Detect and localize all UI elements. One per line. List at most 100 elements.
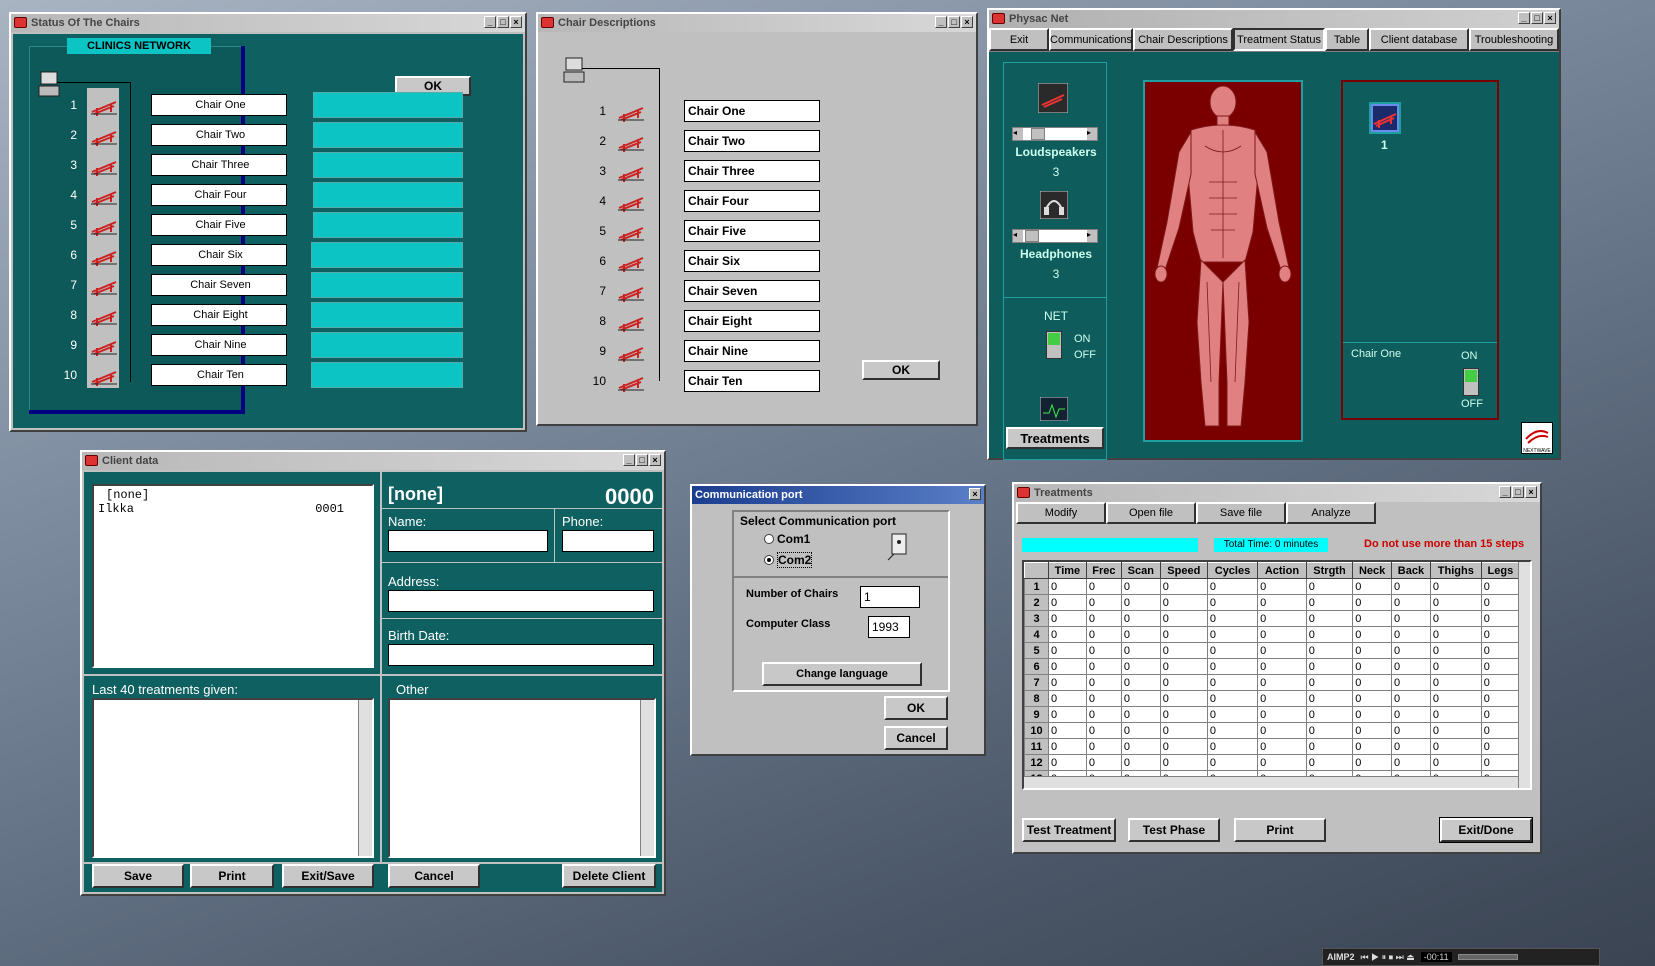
phone-input[interactable] [562,530,654,552]
table-cell[interactable]: 0 [1391,658,1431,675]
table-cell[interactable]: 0 [1480,674,1521,691]
cancel-button[interactable]: Cancel [388,864,480,888]
list-item[interactable]: [none] [98,488,368,502]
table-cell[interactable]: 0 [1048,674,1087,691]
table-cell[interactable]: 0 [1206,674,1259,691]
table-cell[interactable]: 0 [1429,610,1482,627]
table-cell[interactable]: 0 [1120,626,1161,643]
table-cell[interactable]: 0 [1352,594,1393,611]
ok-button[interactable]: OK [884,696,948,720]
title-bar[interactable]: Client data _ □ × [82,452,664,470]
chair-name-box[interactable]: Chair Nine [151,334,287,356]
title-bar[interactable]: Chair Descriptions _ □ × [538,14,976,32]
table-cell[interactable]: 0 [1391,754,1431,771]
menu-modify[interactable]: Modify [1016,502,1106,524]
table-cell[interactable]: 0 [1085,658,1122,675]
table-cell[interactable]: 0 [1159,706,1208,723]
minimize-button[interactable]: _ [1499,486,1511,498]
table-cell[interactable]: 0 [1120,674,1161,691]
chair-name-box[interactable]: Chair Four [151,184,287,206]
table-cell[interactable]: 0 [1085,674,1122,691]
aimp-player[interactable]: AIMP2 ⏮ ▶ ⏸ ⏹ ⏭ ⏏ -00:11 [1322,948,1600,966]
table-cell[interactable]: 0 [1048,658,1087,675]
table-cell[interactable]: 0 [1159,642,1208,659]
chair-icon[interactable] [616,190,646,212]
treatments-button[interactable]: Treatments [1006,427,1104,449]
chair-name-box[interactable]: Chair Two [151,124,287,146]
table-cell[interactable]: 0 [1429,706,1482,723]
computer-class-input[interactable]: 1993 [868,616,910,638]
table-cell[interactable]: 0 [1429,754,1482,771]
row-header[interactable]: 11 [1024,738,1049,755]
table-cell[interactable]: 0 [1206,722,1259,739]
address-input[interactable] [388,590,654,612]
table-cell[interactable]: 0 [1048,690,1087,707]
menu-open-file[interactable]: Open file [1106,502,1196,524]
table-cell[interactable]: 0 [1120,578,1161,595]
table-cell[interactable]: 0 [1159,578,1208,595]
table-cell[interactable]: 0 [1159,738,1208,755]
chair-name-box[interactable]: Chair Eight [151,304,287,326]
chair-icon-box[interactable] [1369,102,1401,134]
table-cell[interactable]: 0 [1305,642,1354,659]
table-cell[interactable]: 0 [1206,738,1259,755]
table-cell[interactable]: 0 [1480,578,1521,595]
column-header[interactable]: Legs [1480,562,1521,579]
table-cell[interactable]: 0 [1305,626,1354,643]
table-cell[interactable]: 0 [1391,626,1431,643]
vertical-scrollbar[interactable] [1518,562,1530,788]
column-header[interactable]: Strgth [1305,562,1354,579]
title-bar[interactable]: Physac Net _ □ × [989,10,1559,28]
table-cell[interactable]: 0 [1120,722,1161,739]
table-cell[interactable]: 0 [1352,642,1393,659]
table-cell[interactable]: 0 [1305,722,1354,739]
chair-name-box[interactable]: Chair Three [151,154,287,176]
table-cell[interactable]: 0 [1480,706,1521,723]
column-header[interactable]: Thighs [1429,562,1482,579]
row-header[interactable]: 9 [1024,706,1049,723]
table-cell[interactable]: 0 [1305,674,1354,691]
loudspeakers-slider[interactable]: ◂ ▸ [1012,127,1098,141]
chair-icon[interactable] [89,94,119,116]
chair-name-box[interactable]: Chair Ten [151,364,287,386]
column-header[interactable]: Time [1048,562,1087,579]
tab-treatment-status[interactable]: Treatment Status [1233,28,1325,51]
scrollbar[interactable] [640,700,654,856]
table-cell[interactable]: 0 [1480,690,1521,707]
exit-done-button[interactable]: Exit/Done [1439,817,1533,843]
table-cell[interactable]: 0 [1429,738,1482,755]
table-cell[interactable]: 0 [1206,690,1259,707]
table-cell[interactable]: 0 [1257,610,1307,627]
monitor-icon[interactable] [1040,397,1068,421]
tab-troubleshooting[interactable]: Troubleshooting [1469,28,1559,51]
table-cell[interactable]: 0 [1352,722,1393,739]
chair-description-input[interactable]: Chair Two [684,130,820,152]
volume-slider[interactable] [1457,954,1518,960]
close-button[interactable]: × [961,16,973,28]
table-cell[interactable]: 0 [1257,594,1307,611]
table-cell[interactable]: 0 [1480,722,1521,739]
com1-radio[interactable]: Com1 [764,532,810,546]
row-header[interactable]: 1 [1024,578,1049,595]
table-cell[interactable]: 0 [1480,642,1521,659]
minimize-button[interactable]: _ [1518,12,1530,24]
table-cell[interactable]: 0 [1159,674,1208,691]
minimize-button[interactable]: _ [623,454,635,466]
table-cell[interactable]: 0 [1048,610,1087,627]
scrollbar[interactable] [358,700,372,856]
chair-name-box[interactable]: Chair Seven [151,274,287,296]
table-cell[interactable]: 0 [1352,658,1393,675]
table-cell[interactable]: 0 [1429,594,1482,611]
table-cell[interactable]: 0 [1305,738,1354,755]
chair-description-input[interactable]: Chair Nine [684,340,820,362]
table-cell[interactable]: 0 [1120,610,1161,627]
table-cell[interactable]: 0 [1391,642,1431,659]
column-header[interactable]: Scan [1120,562,1161,579]
chair-description-input[interactable]: Chair One [684,100,820,122]
chair-icon[interactable] [616,370,646,392]
table-cell[interactable]: 0 [1120,658,1161,675]
table-cell[interactable]: 0 [1159,626,1208,643]
table-cell[interactable]: 0 [1429,626,1482,643]
table-cell[interactable]: 0 [1120,738,1161,755]
chair-icon[interactable] [616,130,646,152]
